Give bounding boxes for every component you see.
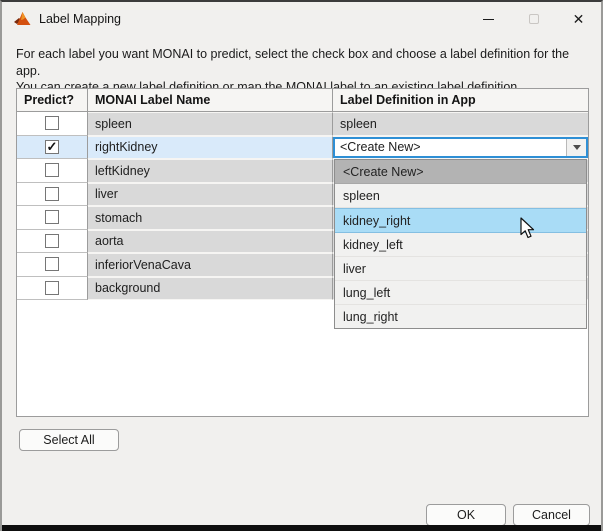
chevron-down-icon <box>572 144 581 150</box>
predict-checkbox[interactable] <box>45 163 59 178</box>
predict-checkbox[interactable] <box>45 186 59 201</box>
predict-checkbox[interactable] <box>45 210 59 225</box>
monai-label-cell: rightKidney <box>88 135 333 159</box>
column-header-label-definition: Label Definition in App <box>340 93 476 107</box>
monai-label-cell: leftKidney <box>88 159 333 183</box>
table-row[interactable]: rightKidney <Create New> <box>17 135 588 159</box>
label-mapping-dialog: Label Mapping ✕ For each label you want … <box>0 0 603 531</box>
dropdown-option[interactable]: kidney_right <box>335 208 586 233</box>
maximize-icon <box>528 14 539 24</box>
predict-checkbox[interactable] <box>45 233 59 248</box>
definition-dropdown-list: <Create New> spleen kidney_right kidney_… <box>334 159 587 329</box>
ok-button[interactable]: OK <box>426 504 506 526</box>
dropdown-option[interactable]: <Create New> <box>335 160 586 184</box>
monai-label-cell: inferiorVenaCava <box>88 253 333 277</box>
column-header-predict: Predict? <box>17 89 88 111</box>
minimize-icon <box>483 18 494 20</box>
instructions-line1: For each label you want MONAI to predict… <box>16 47 570 78</box>
monai-label-cell: background <box>88 276 333 300</box>
dropdown-option[interactable]: lung_left <box>335 281 586 305</box>
dropdown-option[interactable]: spleen <box>335 184 586 208</box>
window-bottom-edge <box>2 525 601 531</box>
select-all-button[interactable]: Select All <box>19 429 119 451</box>
dropdown-option[interactable]: kidney_left <box>335 233 586 257</box>
matlab-icon <box>14 11 31 25</box>
cancel-button[interactable]: Cancel <box>513 504 590 526</box>
combobox-dropdown-button[interactable] <box>566 138 586 156</box>
dropdown-option[interactable]: liver <box>335 257 586 281</box>
close-icon: ✕ <box>572 11 585 27</box>
table-row[interactable]: spleen spleen <box>17 112 588 136</box>
monai-label-cell: spleen <box>88 112 333 136</box>
predict-checkbox[interactable] <box>45 139 59 154</box>
monai-label-cell: stomach <box>88 206 333 230</box>
window-title: Label Mapping <box>39 12 122 26</box>
minimize-button[interactable] <box>466 2 511 36</box>
column-header-monai-label: MONAI Label Name <box>88 89 333 111</box>
monai-label-cell: aorta <box>88 229 333 253</box>
predict-checkbox[interactable] <box>45 116 59 131</box>
dropdown-option[interactable]: lung_right <box>335 305 586 328</box>
table-header: Predict? MONAI Label Name Label Definiti… <box>17 89 588 112</box>
combobox-value: <Create New> <box>340 140 421 155</box>
maximize-button <box>511 2 556 36</box>
titlebar: Label Mapping ✕ <box>2 2 601 36</box>
definition-combobox[interactable]: <Create New> <box>333 136 588 158</box>
mouse-cursor <box>520 217 535 239</box>
predict-checkbox[interactable] <box>45 280 59 295</box>
predict-checkbox[interactable] <box>45 257 59 272</box>
close-button[interactable]: ✕ <box>556 2 601 36</box>
monai-label-cell: liver <box>88 182 333 206</box>
definition-cell: spleen <box>333 112 588 136</box>
